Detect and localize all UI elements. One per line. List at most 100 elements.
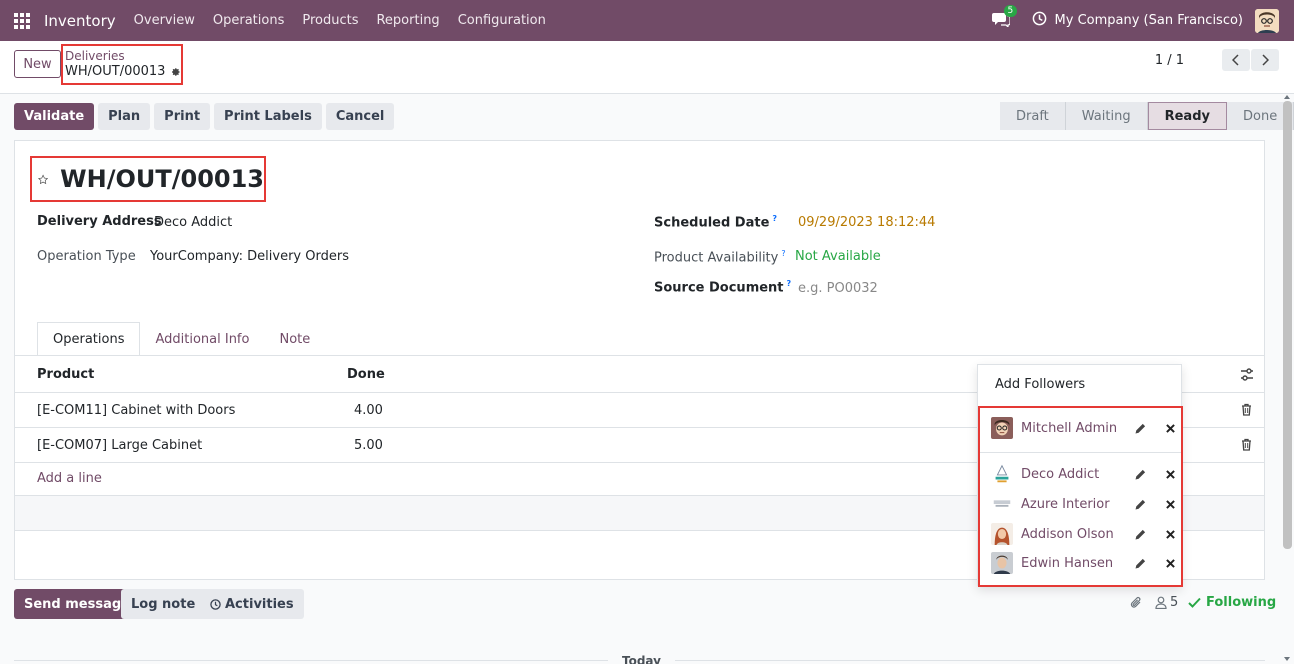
pencil-icon[interactable] (1129, 529, 1151, 540)
paperclip-icon (1130, 596, 1141, 608)
menu-reporting[interactable]: Reporting (376, 13, 439, 28)
validate-button[interactable]: Validate (14, 103, 95, 130)
follower-name: Deco Addict (1021, 466, 1100, 482)
user-avatar[interactable] (1255, 8, 1279, 33)
row-done: 4.00 (354, 403, 383, 418)
scroll-down-arrow[interactable] (1284, 657, 1290, 661)
trash-icon[interactable] (1241, 403, 1252, 416)
avatar (991, 552, 1013, 574)
follower-name: Addison Olson (1021, 526, 1114, 542)
avatar (991, 493, 1013, 515)
operation-type-value[interactable]: YourCompany: Delivery Orders (150, 249, 349, 264)
delivery-address-label: Delivery Address (37, 214, 162, 229)
following-label: Following (1206, 595, 1277, 610)
messaging-button[interactable]: 5 (991, 4, 1018, 31)
following-button[interactable]: Following (1188, 595, 1276, 610)
pencil-icon[interactable] (1129, 469, 1151, 480)
record-title-text: WH/OUT/00013 (60, 165, 264, 193)
optional-columns-icon[interactable] (1240, 368, 1254, 381)
control-panel: New Deliveries WH/OUT/00013 1 / 1 (0, 41, 1294, 94)
pager-previous-button[interactable] (1222, 49, 1250, 71)
chat-badge: 5 (1003, 4, 1018, 17)
status-bar: Draft Waiting Ready Done (1000, 102, 1294, 130)
activities-label: Activities (225, 596, 294, 612)
company-switcher[interactable]: My Company (San Francisco) (1055, 13, 1243, 28)
follower-name: Mitchell Admin (1021, 420, 1118, 436)
trash-icon[interactable] (1241, 438, 1252, 451)
row-product: [E-COM07] Large Cabinet (37, 438, 203, 453)
scroll-thumb[interactable] (1283, 101, 1292, 549)
status-draft[interactable]: Draft (1000, 102, 1066, 130)
breadcrumb: Deliveries WH/OUT/00013 (61, 44, 183, 85)
availability-label-text: Product Availability (654, 250, 779, 266)
followers-dropdown: Add Followers Mitchell Admin Deco Addict… (977, 364, 1183, 587)
pencil-icon[interactable] (1129, 423, 1151, 434)
scheduled-date-value[interactable]: 09/29/2023 18:12:44 (798, 215, 935, 230)
menu-operations[interactable]: Operations (213, 13, 284, 28)
close-icon[interactable] (1159, 469, 1181, 479)
form-action-bar: Validate Plan Print Print Labels Cancel (14, 103, 395, 130)
avatar (991, 523, 1013, 545)
star-icon[interactable] (38, 168, 49, 191)
followers-button[interactable]: 5 (1155, 595, 1178, 610)
cancel-button[interactable]: Cancel (325, 103, 395, 130)
new-button[interactable]: New (14, 50, 61, 78)
check-icon (1188, 597, 1201, 608)
close-icon[interactable] (1159, 529, 1181, 539)
tab-additional-info[interactable]: Additional Info (140, 322, 264, 356)
source-document-input[interactable]: e.g. PO0032 (798, 281, 878, 296)
clock-icon (210, 598, 221, 610)
availability-label: Product Availability? (654, 249, 786, 265)
follower-item[interactable]: Deco Addict (991, 462, 1181, 486)
log-note-button[interactable]: Log note (121, 589, 206, 619)
follower-name: Azure Interior (1021, 496, 1110, 512)
pencil-icon[interactable] (1129, 499, 1151, 510)
app-menu-icon[interactable] (0, 0, 44, 41)
help-mark[interactable]: ? (772, 214, 777, 223)
help-mark[interactable]: ? (781, 249, 785, 258)
activity-clock-icon[interactable] (1032, 11, 1047, 30)
close-icon[interactable] (1159, 558, 1181, 568)
scheduled-date-label: Scheduled Date? (654, 214, 777, 230)
tab-operations[interactable]: Operations (37, 322, 141, 356)
pager-value[interactable]: 1 / 1 (1155, 53, 1184, 68)
column-product[interactable]: Product (37, 367, 94, 382)
breadcrumb-current-label: WH/OUT/00013 (65, 64, 166, 79)
follower-item[interactable]: Addison Olson (991, 522, 1181, 546)
print-labels-button[interactable]: Print Labels (214, 103, 322, 130)
menu-products[interactable]: Products (302, 13, 358, 28)
operation-type-label: Operation Type (37, 249, 136, 264)
scheduled-date-label-text: Scheduled Date (654, 215, 770, 231)
column-done[interactable]: Done (347, 367, 385, 382)
chevron-left-icon (1232, 54, 1239, 66)
close-icon[interactable] (1159, 499, 1181, 509)
breadcrumb-parent[interactable]: Deliveries (65, 49, 181, 63)
help-mark[interactable]: ? (787, 279, 792, 288)
gear-icon[interactable] (171, 66, 181, 78)
avatar (991, 417, 1013, 439)
plan-button[interactable]: Plan (98, 103, 151, 130)
attachments-button[interactable] (1129, 595, 1143, 610)
tab-note[interactable]: Note (264, 322, 325, 356)
status-ready[interactable]: Ready (1147, 102, 1227, 130)
avatar (991, 463, 1013, 485)
add-line-link[interactable]: Add a line (37, 471, 102, 486)
follower-item[interactable]: Mitchell Admin (991, 416, 1181, 440)
delivery-address-value[interactable]: Deco Addict (154, 215, 232, 230)
pager-next-button[interactable] (1251, 49, 1279, 71)
add-followers-item[interactable]: Add Followers (995, 377, 1085, 392)
scroll-up-arrow[interactable] (1284, 95, 1290, 99)
status-waiting[interactable]: Waiting (1065, 102, 1148, 130)
pencil-icon[interactable] (1129, 558, 1151, 569)
breadcrumb-current: WH/OUT/00013 (65, 63, 181, 80)
page-scrollbar[interactable] (1283, 95, 1292, 661)
menu-configuration[interactable]: Configuration (458, 13, 546, 28)
app-name[interactable]: Inventory (44, 12, 116, 30)
source-document-label: Source Document? (654, 279, 791, 295)
activities-button[interactable]: Activities (200, 589, 304, 619)
follower-item[interactable]: Azure Interior (991, 492, 1181, 516)
menu-overview[interactable]: Overview (134, 13, 195, 28)
print-button[interactable]: Print (154, 103, 211, 130)
follower-item[interactable]: Edwin Hansen (991, 551, 1181, 575)
close-icon[interactable] (1159, 423, 1181, 433)
